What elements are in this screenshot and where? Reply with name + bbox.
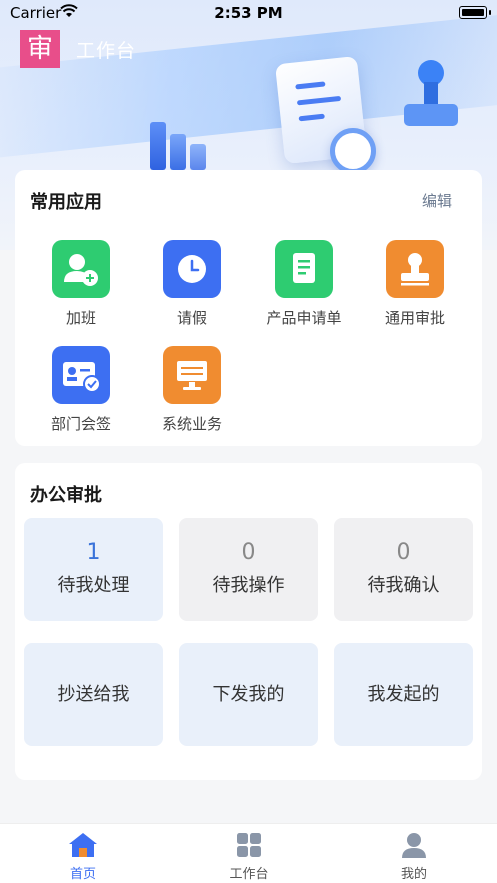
tile-label: 下发我的 (212, 684, 285, 705)
user-add-icon (52, 240, 110, 298)
common-apps-title: 常用应用 (30, 192, 102, 213)
app-item-label: 产品申请单 (266, 309, 342, 327)
app-item-label: 系统业务 (161, 415, 222, 433)
status-bar: Carrier 2:53 PM (0, 0, 497, 28)
office-approval-card: 办公审批 1 待我处理 0 待我操作 0 待我确认 抄送给我 下发我的 我发起的 (15, 463, 482, 780)
page-title: 工作台 (76, 40, 137, 62)
app-item-general-approval[interactable]: 通用审批 (360, 240, 470, 328)
app-item-leave[interactable]: 请假 (137, 240, 247, 328)
document-icon (275, 240, 333, 298)
app-item-label: 通用审批 (384, 309, 445, 327)
tile-label: 抄送给我 (57, 684, 130, 705)
stamp-icon (386, 240, 444, 298)
bottom-tab-bar: 首页 工作台 我的 (0, 823, 497, 883)
id-card-check-icon (52, 346, 110, 404)
tile-label: 待我处理 (57, 575, 130, 596)
tile-count: 0 (396, 540, 411, 565)
monitor-icon (163, 346, 221, 404)
office-approval-title: 办公审批 (30, 485, 102, 506)
tab-profile[interactable]: 我的 (331, 824, 497, 883)
clock-icon (163, 240, 221, 298)
tile-cc-to-me[interactable]: 抄送给我 (24, 643, 163, 746)
tile-count: 0 (241, 540, 256, 565)
battery-icon (459, 6, 487, 19)
tab-label: 首页 (69, 867, 96, 882)
profile-icon (399, 831, 429, 859)
edit-button[interactable]: 编辑 (422, 190, 452, 211)
tile-initiated-by-me[interactable]: 我发起的 (334, 643, 473, 746)
tile-label: 待我操作 (212, 575, 285, 596)
app-logo: 审 (20, 30, 60, 68)
app-item-label: 加班 (65, 309, 96, 327)
tile-pending-process[interactable]: 1 待我处理 (24, 518, 163, 621)
home-icon (68, 831, 98, 859)
tile-label: 待我确认 (367, 575, 440, 596)
clock-time: 2:53 PM (214, 4, 283, 22)
app-item-label: 部门会签 (50, 415, 111, 433)
app-item-dept-countersign[interactable]: 部门会签 (26, 346, 136, 434)
banner-stamp-graphic (400, 60, 460, 140)
grid-icon (234, 831, 264, 859)
tab-label: 工作台 (229, 867, 269, 882)
tab-workbench[interactable]: 工作台 (166, 824, 332, 883)
app-item-overtime[interactable]: 加班 (26, 240, 136, 328)
tab-label: 我的 (400, 867, 427, 882)
tile-label: 我发起的 (367, 684, 440, 705)
common-apps-card: 常用应用 编辑 加班 请假 产品申请单 通用审批 部门会签 系统业务 (15, 170, 482, 446)
banner-user-badge-graphic (330, 128, 376, 174)
tile-issued-to-me[interactable]: 下发我的 (179, 643, 318, 746)
app-item-label: 请假 (176, 309, 207, 327)
tile-count: 1 (86, 540, 101, 565)
app-item-product-request[interactable]: 产品申请单 (249, 240, 359, 328)
tab-home[interactable]: 首页 (0, 824, 166, 883)
tile-pending-confirm[interactable]: 0 待我确认 (334, 518, 473, 621)
app-item-system-business[interactable]: 系统业务 (137, 346, 247, 434)
tile-pending-operation[interactable]: 0 待我操作 (179, 518, 318, 621)
